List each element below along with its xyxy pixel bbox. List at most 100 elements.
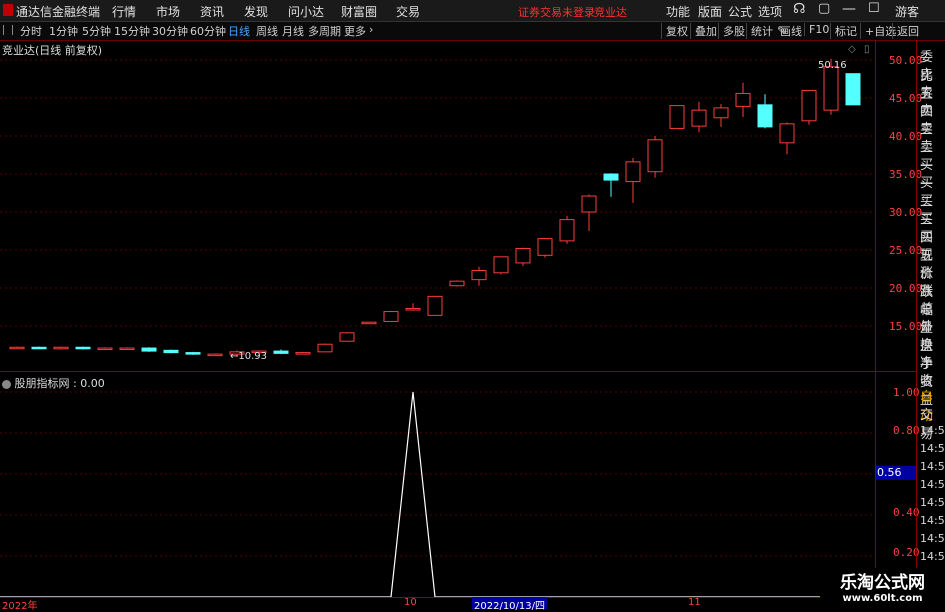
indicator-settings-icon[interactable]: [2, 379, 11, 389]
notification-icon[interactable]: ▢: [818, 1, 830, 16]
tick-time: 14:56: [920, 532, 945, 545]
candlestick-series: [9, 58, 861, 357]
candle-body: [449, 280, 465, 287]
guest-label[interactable]: 游客: [895, 3, 919, 20]
candle-body: [801, 89, 817, 122]
y-tick-main: 20.00: [889, 282, 923, 295]
candle-body: [383, 311, 399, 322]
low-price-label: ←10.93: [230, 351, 268, 362]
mark-button[interactable]: 标记: [830, 23, 857, 39]
candle-body: [559, 219, 575, 242]
y-tick-main: 30.00: [889, 206, 923, 219]
candle-body: [163, 349, 179, 354]
candle-body: [779, 123, 795, 144]
candle-body: [625, 161, 641, 183]
period-15min[interactable]: 15分钟: [114, 23, 150, 39]
tick-time: 14:56: [920, 478, 945, 491]
candle-body: [515, 247, 531, 264]
app-logo-icon: [3, 4, 13, 16]
watermark-url: www.60lt.com: [842, 593, 923, 604]
watermark: 乐淘公式网 www.60lt.com: [820, 568, 945, 609]
menu-bar: 通达信金融终端 行情 市场 资讯 发现 问小达 财富圈 交易 证券交易未登录 竞…: [0, 0, 945, 22]
axis-divider: [875, 40, 876, 600]
app-title: 通达信金融终端: [16, 5, 101, 19]
period-intraday[interactable]: 分时: [20, 23, 42, 39]
candle-body: [669, 105, 685, 129]
back-button[interactable]: 返回: [892, 23, 919, 39]
menu-layout[interactable]: 版面: [698, 3, 722, 20]
y-tick-main: 45.00: [889, 92, 923, 105]
candle-body: [735, 92, 751, 107]
period-30min[interactable]: 30分钟: [152, 23, 188, 39]
maximize-icon[interactable]: ☐: [868, 1, 880, 16]
candle-body: [53, 346, 69, 350]
menu-formula[interactable]: 公式: [728, 3, 752, 20]
candle-body: [405, 308, 421, 311]
menu-wealth[interactable]: 财富圈: [341, 3, 377, 20]
candle-body: [647, 139, 663, 173]
period-weekly[interactable]: 周线: [256, 23, 278, 39]
candle-body: [493, 256, 509, 274]
period-5min[interactable]: 5分钟: [82, 23, 111, 39]
tick-time: 14:56: [920, 514, 945, 527]
candle-body: [537, 238, 553, 256]
tick-time: 14:56: [920, 442, 945, 455]
add-watchlist-button[interactable]: +自选: [860, 23, 896, 39]
menu-trade[interactable]: 交易: [396, 3, 420, 20]
candle-body: [581, 195, 597, 213]
candle-body: [273, 350, 289, 354]
indicator-title-text: 股朋指标网 : 0.00: [14, 377, 105, 390]
y-tick-main: 40.00: [889, 130, 923, 143]
candle-body: [295, 352, 311, 355]
candle-body: [97, 347, 113, 351]
x-cursor-date: 2022/10/13/四: [472, 597, 548, 612]
candle-body: [691, 109, 707, 127]
x-label-month-oct: 10: [404, 597, 417, 608]
candle-body: [207, 353, 223, 357]
menu-market[interactable]: 市场: [156, 3, 180, 20]
chart-canvas: [0, 58, 875, 598]
trade-login-notice[interactable]: 证券交易未登录: [518, 4, 595, 20]
candle-body: [31, 346, 47, 350]
minimize-icon[interactable]: —: [842, 1, 856, 17]
period-60min[interactable]: 60分钟: [190, 23, 226, 39]
candle-body: [603, 173, 619, 181]
candle-body: [471, 270, 487, 281]
menu-options[interactable]: 选项: [758, 3, 782, 20]
panel-toggle-icon[interactable]: [3, 25, 13, 35]
headset-icon[interactable]: ☊: [793, 1, 805, 17]
indicator-line: [0, 391, 875, 598]
indicator-title: 股朋指标网 : 0.00: [2, 375, 105, 391]
menu-news[interactable]: 资讯: [200, 3, 224, 20]
f10-button[interactable]: F10: [804, 23, 829, 36]
candle-body: [757, 104, 773, 128]
watermark-title: 乐淘公式网: [840, 573, 925, 593]
overlay-button[interactable]: 叠加: [690, 23, 717, 39]
period-1min[interactable]: 1分钟: [49, 23, 78, 39]
menu-function[interactable]: 功能: [666, 3, 690, 20]
multi-stock-button[interactable]: 多股: [718, 23, 745, 39]
x-label-month-nov: 11: [688, 597, 701, 608]
candle-body: [845, 73, 861, 106]
period-multi[interactable]: 多周期: [308, 23, 341, 39]
draw-line-button[interactable]: 画线: [776, 23, 802, 39]
period-toolbar: 分时 1分钟 5分钟 15分钟 30分钟 60分钟 日线 周线 月线 多周期 更…: [0, 22, 945, 41]
menu-quotes[interactable]: 行情: [112, 3, 136, 20]
period-daily[interactable]: 日线: [228, 23, 250, 39]
low-price-value: 10.93: [238, 351, 268, 362]
indicator-series: [0, 391, 875, 598]
menu-discover[interactable]: 发现: [244, 3, 268, 20]
stats-button[interactable]: 统计: [746, 23, 773, 39]
candle-body: [185, 352, 201, 355]
menu-ask[interactable]: 问小达: [288, 3, 324, 20]
candle-body: [339, 332, 355, 342]
period-more[interactable]: 更多: [344, 23, 366, 39]
high-price-label: 50.16: [818, 60, 847, 71]
more-chevron-icon[interactable]: ›: [369, 23, 373, 36]
period-monthly[interactable]: 月线: [282, 23, 304, 39]
adjust-button[interactable]: 复权: [661, 23, 688, 39]
tick-time: 14:56: [920, 460, 945, 473]
candle-body: [119, 347, 135, 351]
indicator-current-value: 0.56: [875, 466, 917, 480]
right-panel-divider: [916, 40, 917, 600]
